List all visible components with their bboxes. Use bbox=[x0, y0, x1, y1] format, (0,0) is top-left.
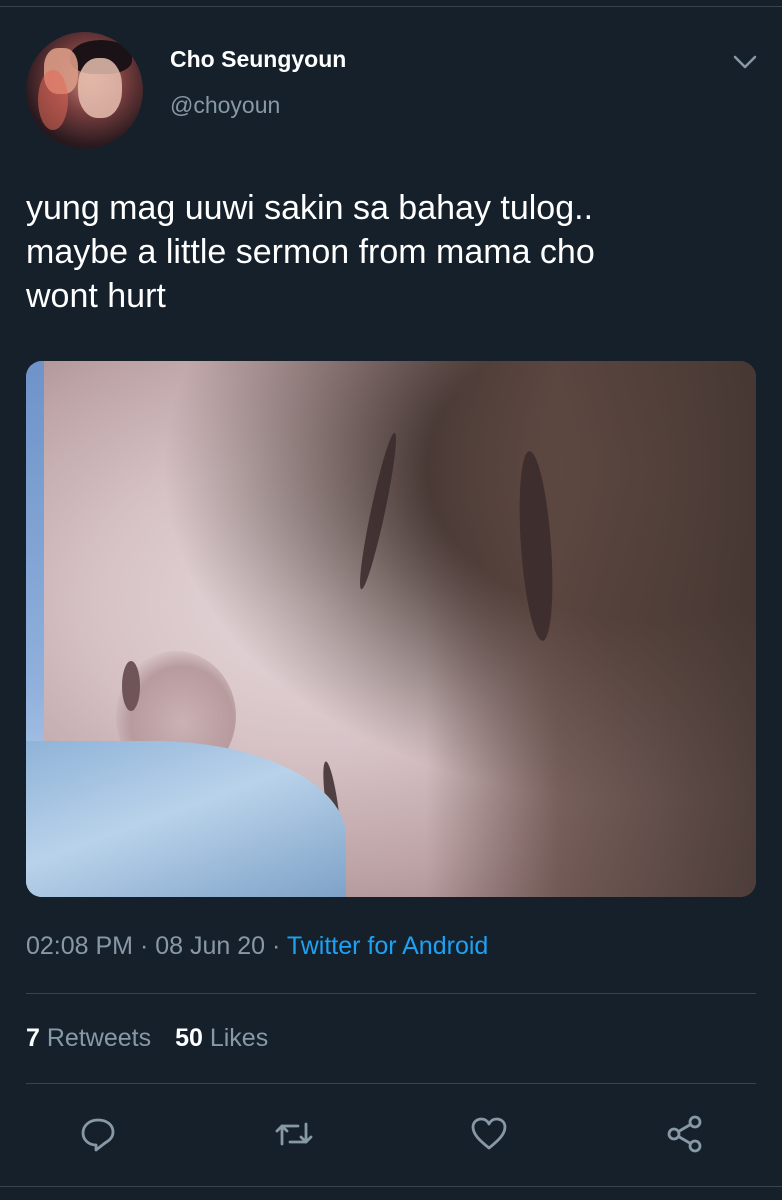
tweet-time: 02:08 PM bbox=[26, 932, 134, 960]
likes-stat[interactable]: 50 Likes bbox=[175, 1024, 268, 1052]
heart-icon[interactable] bbox=[467, 1112, 511, 1156]
retweets-count: 7 bbox=[26, 1024, 40, 1052]
tweet-text: yung mag uuwi sakin sa bahay tulog.. may… bbox=[26, 189, 595, 315]
top-divider bbox=[0, 6, 782, 7]
divider bbox=[26, 993, 756, 994]
share-icon[interactable] bbox=[663, 1112, 707, 1156]
divider bbox=[26, 1083, 756, 1084]
tweet-date: 08 Jun 20 bbox=[155, 932, 266, 960]
tweet-meta: 02:08 PM · 08 Jun 20 · Twitter for Andro… bbox=[26, 932, 488, 961]
chevron-down-icon[interactable] bbox=[732, 52, 758, 72]
tweet-stats: 7 Retweets 50 Likes bbox=[26, 1024, 268, 1053]
display-name[interactable]: Cho Seungyoun bbox=[170, 46, 346, 73]
meta-separator: · bbox=[265, 932, 287, 960]
tweet-media-image[interactable] bbox=[26, 361, 756, 897]
tweet-source-link[interactable]: Twitter for Android bbox=[287, 932, 488, 960]
meta-separator: · bbox=[133, 932, 156, 960]
retweets-label: Retweets bbox=[46, 1024, 152, 1052]
bottom-divider bbox=[0, 1186, 782, 1187]
retweets-stat[interactable]: 7 Retweets bbox=[26, 1024, 151, 1052]
likes-label: Likes bbox=[209, 1024, 269, 1052]
reply-icon[interactable] bbox=[76, 1112, 120, 1156]
likes-count: 50 bbox=[175, 1024, 203, 1052]
user-handle[interactable]: @choyoun bbox=[170, 92, 280, 119]
avatar[interactable] bbox=[26, 32, 143, 149]
retweet-icon[interactable] bbox=[272, 1112, 316, 1156]
